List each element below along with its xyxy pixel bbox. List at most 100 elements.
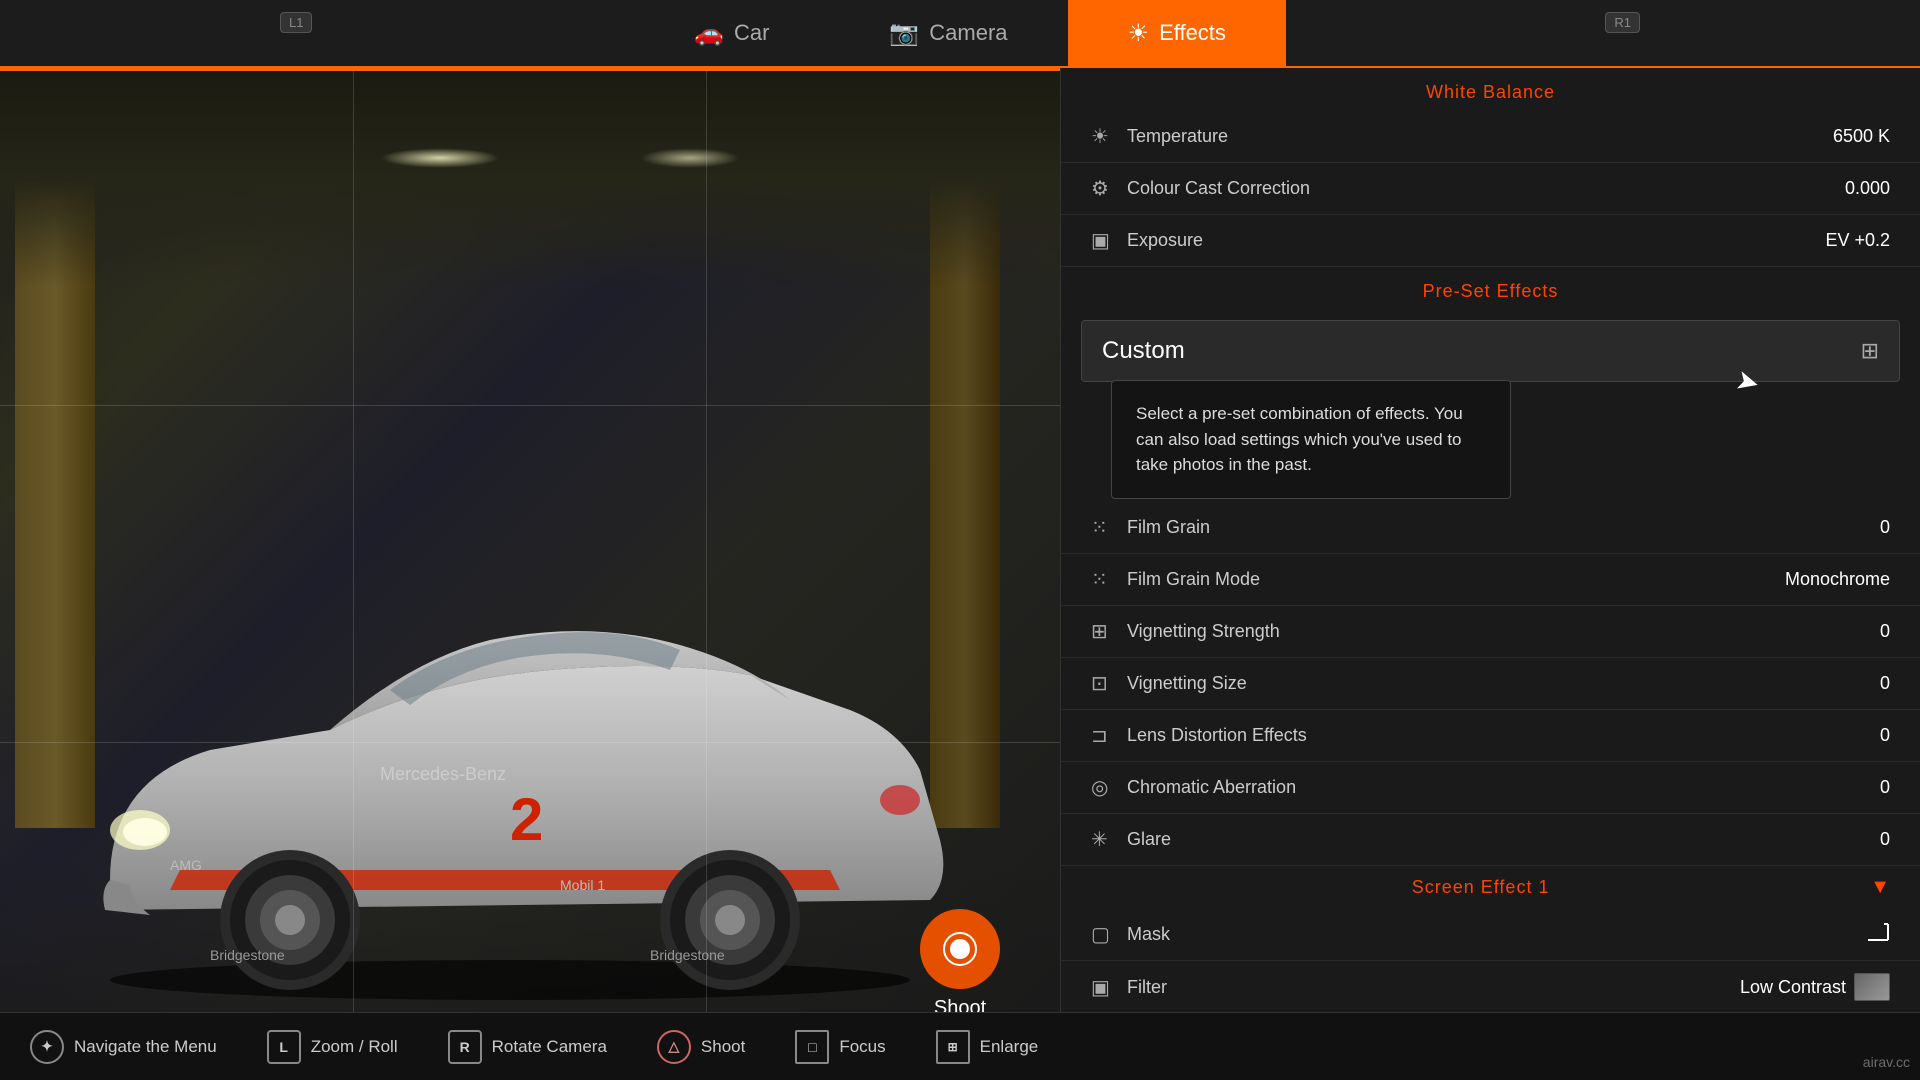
temperature-value: 6500 K xyxy=(1833,126,1890,147)
film-grain-value: 0 xyxy=(1880,517,1890,538)
film-grain-mode-value: Monochrome xyxy=(1785,569,1890,590)
lens-distortion-value: 0 xyxy=(1880,725,1890,746)
main-viewport: 2 Mercedes-Benz Bridgestone Bridgestone xyxy=(0,68,1060,1080)
shutter-icon xyxy=(940,929,980,969)
right-panel: White Balance ☀ Temperature 6500 K ⚙ Col… xyxy=(1060,68,1920,1012)
filter-row[interactable]: ▣ Filter Low Contrast xyxy=(1061,961,1920,1012)
film-grain-row[interactable]: ⁙ Film Grain 0 xyxy=(1061,502,1920,554)
filter-value: Low Contrast xyxy=(1740,973,1890,1001)
glare-label: Glare xyxy=(1127,829,1880,850)
tab-effects[interactable]: ☀ Effects xyxy=(1068,0,1286,67)
vignetting-size-icon: ⊡ xyxy=(1091,671,1127,696)
preset-tooltip: Select a pre-set combination of effects.… xyxy=(1111,380,1511,499)
white-balance-header: White Balance xyxy=(1061,68,1920,111)
lens-distortion-icon: ⊐ xyxy=(1091,723,1127,748)
shoot-bottom-btn[interactable]: △ Shoot xyxy=(657,1030,745,1064)
shoot-button[interactable]: Shoot xyxy=(920,909,1000,1020)
watermark: airav.cc xyxy=(1863,1054,1910,1070)
glare-value: 0 xyxy=(1880,829,1890,850)
enlarge-label: Enlarge xyxy=(980,1037,1039,1057)
svg-text:Mercedes-Benz: Mercedes-Benz xyxy=(380,764,506,784)
camera-icon: 📷 xyxy=(889,19,919,48)
zoom-label: Zoom / Roll xyxy=(311,1037,398,1057)
effects-icon: ☀ xyxy=(1128,19,1150,48)
tab-car-label: Car xyxy=(734,20,769,46)
svg-text:Mobil 1: Mobil 1 xyxy=(560,877,605,893)
temperature-row[interactable]: ☀ Temperature 6500 K xyxy=(1061,111,1920,163)
nav-tabs: 🚗 Car 📷 Camera ☀ Effects xyxy=(0,0,1920,67)
screen-effect-title: Screen Effect 1 xyxy=(1091,877,1870,898)
exposure-row[interactable]: ▣ Exposure EV +0.2 xyxy=(1061,215,1920,267)
vignetting-strength-label: Vignetting Strength xyxy=(1127,621,1880,642)
car-svg: 2 Mercedes-Benz Bridgestone Bridgestone xyxy=(30,500,980,1000)
viewport-border xyxy=(0,68,1060,71)
chromatic-aberration-label: Chromatic Aberration xyxy=(1127,777,1880,798)
film-grain-icon: ⁙ xyxy=(1091,515,1127,540)
filter-icon: ▣ xyxy=(1091,975,1127,1000)
ceiling-light-2 xyxy=(640,148,740,168)
enlarge-btn[interactable]: ⊞ Enlarge xyxy=(936,1030,1039,1064)
enlarge-icon: ⊞ xyxy=(936,1030,970,1064)
lens-distortion-row[interactable]: ⊐ Lens Distortion Effects 0 xyxy=(1061,710,1920,762)
tab-car[interactable]: 🚗 Car xyxy=(634,0,829,67)
focus-btn[interactable]: □ Focus xyxy=(795,1030,885,1064)
rotate-btn[interactable]: R Rotate Camera xyxy=(448,1030,607,1064)
shoot-bottom-icon: △ xyxy=(657,1030,691,1064)
vignetting-size-label: Vignetting Size xyxy=(1127,673,1880,694)
colour-cast-value: 0.000 xyxy=(1845,178,1890,199)
colour-cast-row[interactable]: ⚙ Colour Cast Correction 0.000 xyxy=(1061,163,1920,215)
lens-distortion-label: Lens Distortion Effects xyxy=(1127,725,1880,746)
focus-label: Focus xyxy=(839,1037,885,1057)
svg-text:2: 2 xyxy=(510,786,543,853)
chromatic-aberration-row[interactable]: ◎ Chromatic Aberration 0 xyxy=(1061,762,1920,814)
shoot-circle xyxy=(920,909,1000,989)
mask-row[interactable]: ▢ Mask xyxy=(1061,909,1920,961)
svg-text:Bridgestone: Bridgestone xyxy=(650,947,725,963)
vignetting-strength-row[interactable]: ⊞ Vignetting Strength 0 xyxy=(1061,606,1920,658)
vignetting-strength-value: 0 xyxy=(1880,621,1890,642)
svg-text:Bridgestone: Bridgestone xyxy=(210,947,285,963)
preset-dropdown[interactable]: Custom ➤ ⊞ xyxy=(1081,320,1900,382)
grid-line-h1 xyxy=(0,405,1060,406)
cursor-arrow: ➤ xyxy=(1732,363,1763,401)
preset-container: Custom ➤ ⊞ Select a pre-set combination … xyxy=(1061,320,1920,382)
film-grain-mode-icon: ⁙ xyxy=(1091,567,1127,592)
navigate-btn[interactable]: ✦ Navigate the Menu xyxy=(30,1030,217,1064)
rotate-icon: R xyxy=(448,1030,482,1064)
screen-effect-arrow: ▼ xyxy=(1870,876,1890,899)
ceiling-structure xyxy=(0,68,1060,288)
rotate-label: Rotate Camera xyxy=(492,1037,607,1057)
temperature-icon: ☀ xyxy=(1091,124,1127,149)
top-nav: L1 🚗 Car 📷 Camera ☀ Effects R1 xyxy=(0,0,1920,68)
mask-value xyxy=(1866,922,1890,947)
exposure-label: Exposure xyxy=(1127,230,1825,251)
exposure-icon: ▣ xyxy=(1091,228,1127,253)
vignetting-strength-icon: ⊞ xyxy=(1091,619,1127,644)
filter-text: Low Contrast xyxy=(1740,977,1846,998)
bottom-bar: ✦ Navigate the Menu L Zoom / Roll R Rota… xyxy=(0,1012,1920,1080)
tab-camera[interactable]: 📷 Camera xyxy=(829,0,1067,67)
vignetting-size-row[interactable]: ⊡ Vignetting Size 0 xyxy=(1061,658,1920,710)
chromatic-aberration-value: 0 xyxy=(1880,777,1890,798)
preset-effects-header: Pre-Set Effects xyxy=(1061,267,1920,310)
glare-row[interactable]: ✳ Glare 0 xyxy=(1061,814,1920,866)
r1-button[interactable]: R1 xyxy=(1605,12,1640,33)
filter-label: Filter xyxy=(1127,977,1740,998)
effects-settings-wrapper: ⁙ Film Grain 0 ⁙ Film Grain Mode Monochr… xyxy=(1061,502,1920,866)
film-grain-mode-label: Film Grain Mode xyxy=(1127,569,1785,590)
screen-effect-header[interactable]: Screen Effect 1 ▼ xyxy=(1061,866,1920,909)
focus-icon: □ xyxy=(795,1030,829,1064)
zoom-icon: L xyxy=(267,1030,301,1064)
shoot-bottom-label: Shoot xyxy=(701,1037,745,1057)
navigate-icon: ✦ xyxy=(30,1030,64,1064)
temperature-label: Temperature xyxy=(1127,126,1833,147)
film-grain-mode-row[interactable]: ⁙ Film Grain Mode Monochrome xyxy=(1061,554,1920,606)
l1-button[interactable]: L1 xyxy=(280,12,312,33)
colour-cast-label: Colour Cast Correction xyxy=(1127,178,1845,199)
filter-thumbnail xyxy=(1854,973,1890,1001)
zoom-btn[interactable]: L Zoom / Roll xyxy=(267,1030,398,1064)
exposure-value: EV +0.2 xyxy=(1825,230,1890,251)
mask-label: Mask xyxy=(1127,924,1866,945)
mask-icon: ▢ xyxy=(1091,922,1127,947)
glare-icon: ✳ xyxy=(1091,827,1127,852)
